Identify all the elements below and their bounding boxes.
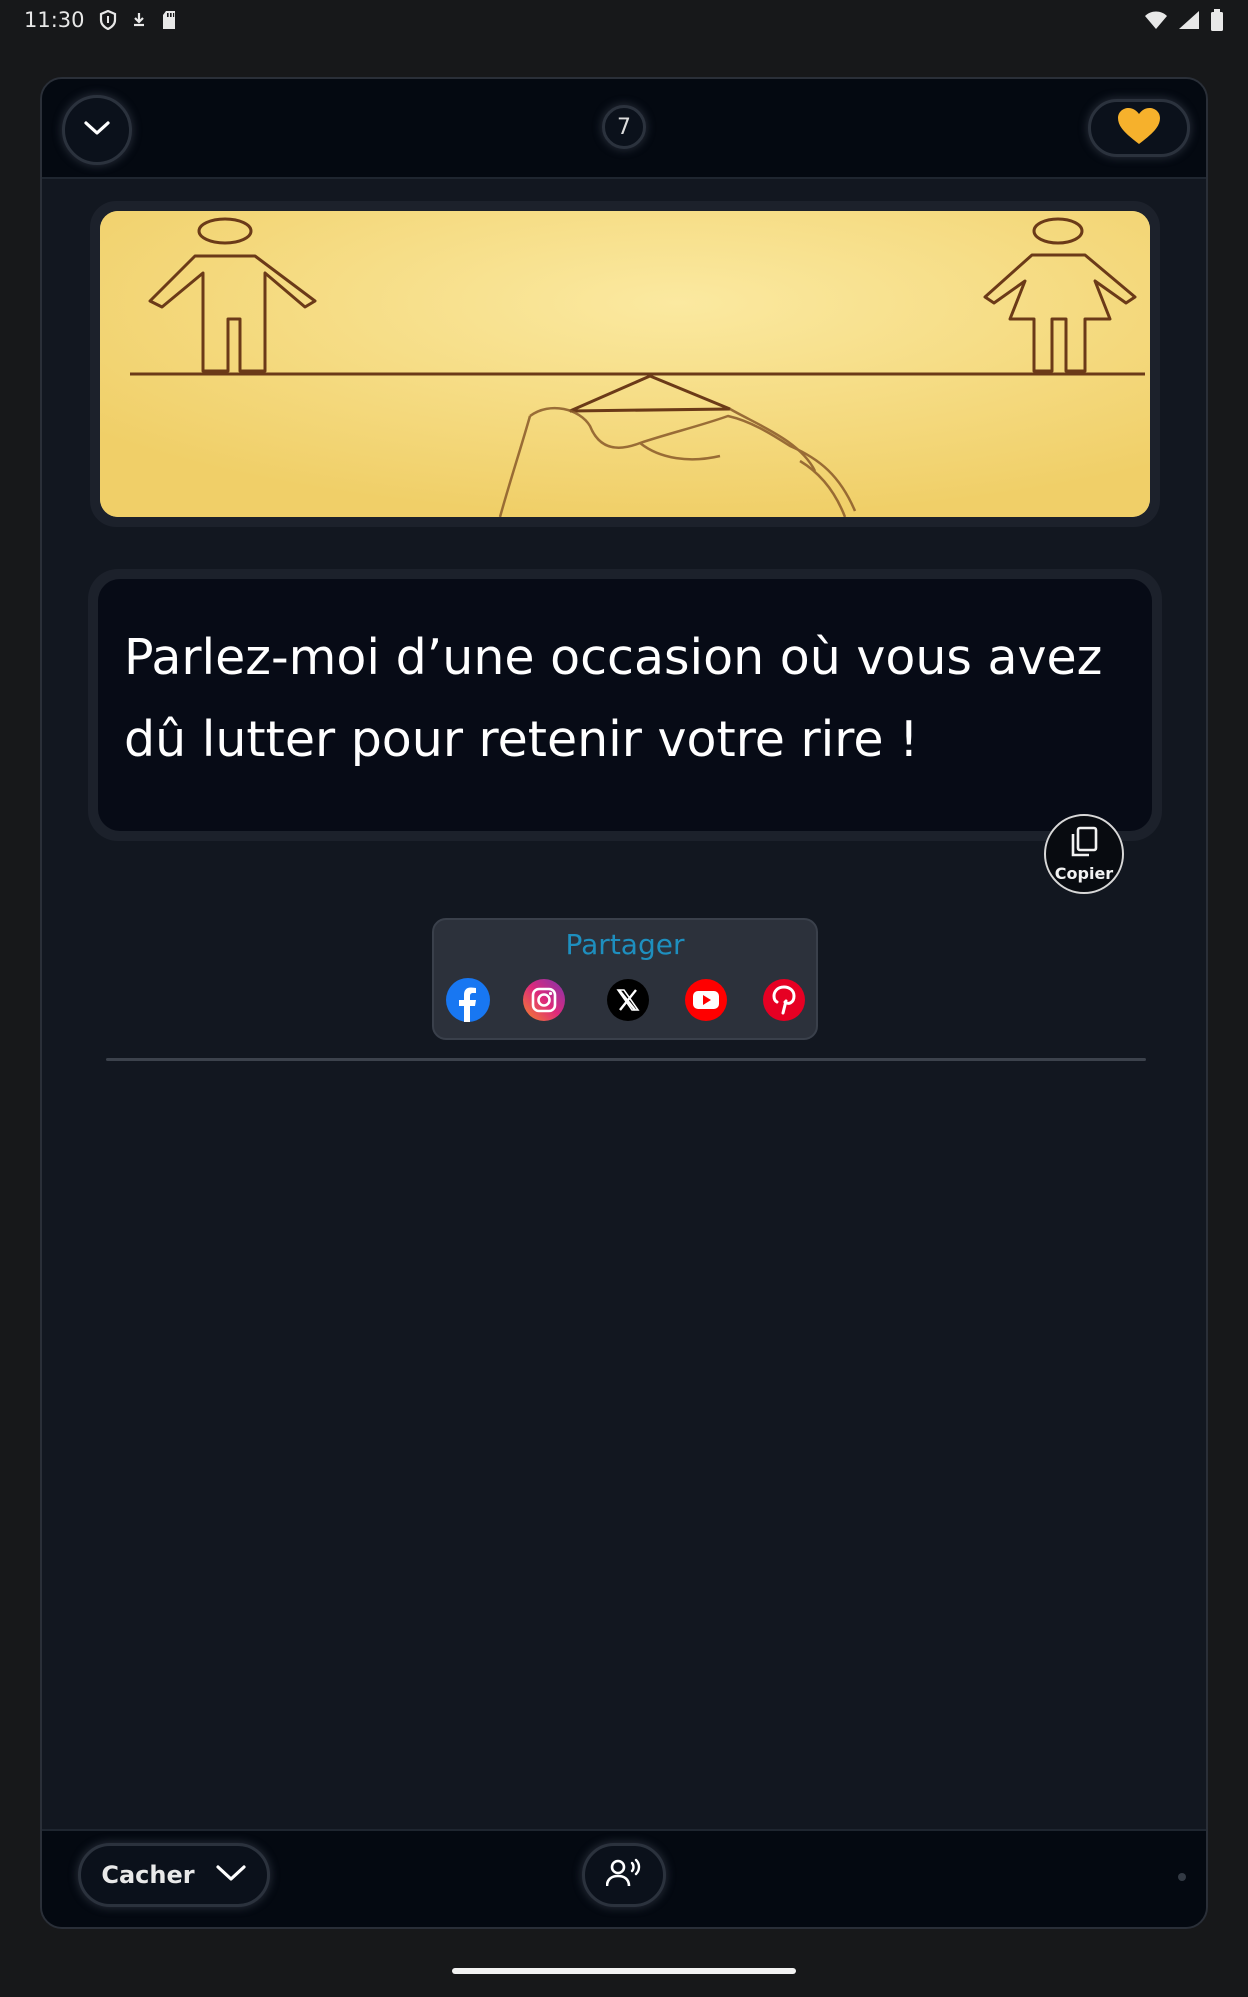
collapse-button[interactable]: [62, 95, 132, 165]
social-row: [446, 978, 806, 1028]
wifi-icon: [1144, 10, 1168, 30]
copy-label: Copier: [1054, 863, 1114, 883]
signal-icon: [1178, 10, 1200, 30]
instagram-icon[interactable]: [522, 978, 566, 1022]
status-time: 11:30: [24, 8, 85, 32]
chevron-down-icon: [82, 118, 112, 142]
favorite-button[interactable]: [1088, 99, 1190, 157]
heart-icon: [1116, 106, 1162, 150]
status-left: 11:30: [24, 8, 177, 32]
vpn-shield-icon: [99, 10, 117, 30]
bottom-bar: Cacher: [42, 1829, 1206, 1927]
gesture-nav-handle[interactable]: [452, 1968, 796, 1974]
question-text: Parlez-moi d’une occasion où vous avez d…: [124, 629, 1103, 768]
divider: [106, 1058, 1146, 1061]
hide-button[interactable]: Cacher: [78, 1843, 270, 1907]
copy-icon: [1069, 826, 1099, 862]
voice-icon: [605, 1858, 642, 1892]
x-icon[interactable]: [606, 978, 650, 1022]
question-counter: 7: [602, 105, 646, 149]
chevron-down-icon: [215, 1863, 247, 1887]
facebook-icon[interactable]: [446, 978, 490, 1022]
illustration-frame: [90, 201, 1160, 527]
hide-label: Cacher: [101, 1861, 195, 1889]
sd-card-icon: [161, 10, 177, 30]
share-title: Partager: [565, 928, 685, 961]
status-bar: 11:30: [0, 0, 1248, 40]
copy-button[interactable]: Copier: [1044, 814, 1124, 894]
question-card: 7 Parlez-moi d’une occasion où vous avez…: [40, 77, 1208, 1929]
pinterest-icon[interactable]: [762, 978, 806, 1022]
share-panel: Partager: [432, 918, 818, 1040]
battery-icon: [1210, 9, 1224, 31]
download-icon: [131, 11, 147, 29]
question-box: Parlez-moi d’une occasion où vous avez d…: [98, 579, 1152, 831]
status-right: [1144, 9, 1224, 31]
question-frame: Parlez-moi d’une occasion où vous avez d…: [88, 569, 1162, 841]
speak-button[interactable]: [582, 1843, 666, 1907]
indicator-dot: [1178, 1873, 1186, 1881]
man-woman-balance-illustration: [100, 211, 1150, 517]
youtube-icon[interactable]: [684, 978, 728, 1022]
top-bar: 7: [42, 79, 1206, 179]
